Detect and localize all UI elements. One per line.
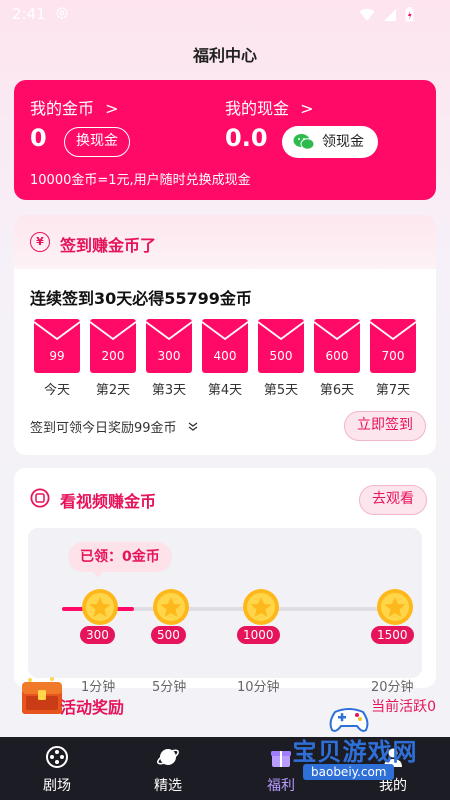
- milestone-coins: 1000: [237, 626, 280, 644]
- gold-star-coin-icon: [153, 589, 189, 625]
- video-title: 看视频赚金币: [60, 492, 157, 511]
- checkin-subtitle: 连续签到30天必得55799金币: [30, 289, 252, 308]
- treasure-chest-icon[interactable]: [20, 674, 64, 718]
- day-reward-amount: 500: [269, 349, 293, 363]
- video-reward-card: 看视频赚金币 去观看 已领：0金币 300 1分钟 500 5分钟 1000 1…: [14, 468, 436, 695]
- day-label: 今天: [43, 383, 70, 398]
- my-coins-link[interactable]: 我的金币 >: [30, 95, 119, 119]
- checkin-header: ¥ 签到赚金币了: [14, 215, 436, 269]
- day-label: 第5天: [263, 383, 299, 398]
- red-envelope-icon: 300: [145, 319, 193, 373]
- tooltip-pointer: [92, 571, 104, 578]
- checkin-card: ¥ 签到赚金币了 连续签到30天必得55799金币 99 今天 200 第2天 …: [14, 215, 436, 455]
- wifi-icon: [359, 8, 375, 21]
- day-reward-amount: 700: [381, 349, 405, 363]
- day-label: 第2天: [95, 383, 131, 398]
- nav-label: 剧场: [43, 778, 71, 794]
- my-cash-label: 我的现金: [225, 99, 290, 118]
- exchange-cash-button[interactable]: 换现金: [64, 127, 130, 157]
- checkin-now-button[interactable]: 立即签到: [344, 411, 426, 441]
- wechat-icon: [293, 134, 315, 150]
- checkin-reward-text: 签到可领今日奖励99金币: [30, 421, 177, 436]
- day-label: 第4天: [207, 383, 243, 398]
- milestone-coins: 300: [80, 626, 115, 644]
- film-reel-icon: [46, 746, 68, 768]
- page-title: 福利中心: [192, 46, 257, 65]
- checkin-days: 99 今天 200 第2天 300 第3天 400 第4天 500 第5天 60…: [33, 319, 424, 399]
- go-watch-button[interactable]: 去观看: [359, 485, 427, 515]
- activity-reward-title: 活动奖励: [60, 698, 125, 717]
- nav-label: 精选: [154, 778, 182, 794]
- red-envelope-icon: 600: [313, 319, 361, 373]
- status-bar: 2:41: [0, 0, 450, 30]
- chevron-right-icon: >: [105, 99, 119, 118]
- video-coin-icon: [30, 488, 50, 508]
- red-envelope-icon: 500: [257, 319, 305, 373]
- cash-value: 0.0: [225, 124, 268, 152]
- status-time: 2:41: [12, 5, 46, 23]
- day-reward-amount: 200: [101, 349, 125, 363]
- earned-coins-tooltip: 已领：0金币: [68, 542, 172, 572]
- milestone-coins: 1500: [371, 626, 414, 644]
- gamepad-logo-icon: [329, 708, 369, 732]
- planet-icon: [157, 749, 179, 765]
- red-envelope-icon: 99: [33, 319, 81, 373]
- status-icons: [359, 7, 414, 22]
- day-label: 第7天: [375, 383, 411, 398]
- my-coins-label: 我的金币: [30, 99, 95, 118]
- day-reward-amount: 300: [157, 349, 181, 363]
- day-reward-amount: 600: [325, 349, 349, 363]
- wallet-card: 我的金币 > 0 换现金 我的现金 > 0.0 领现金 10000金币=1元,用…: [14, 80, 436, 200]
- watermark-text: 宝贝游戏网: [292, 738, 418, 766]
- my-cash-link[interactable]: 我的现金 >: [225, 95, 314, 119]
- coins-value: 0: [30, 124, 47, 152]
- withdraw-cash-label: 领现金: [322, 134, 364, 150]
- red-envelope-icon: 700: [369, 319, 417, 373]
- double-chevron-down-icon: [188, 422, 198, 431]
- site-watermark: 宝贝游戏网 baobeiy.com: [275, 700, 435, 782]
- red-envelope-icon: 400: [201, 319, 249, 373]
- day-label: 第6天: [319, 383, 355, 398]
- day-reward-amount: 400: [213, 349, 237, 363]
- exchange-rate-note: 10000金币=1元,用户随时兑换成现金: [30, 173, 251, 188]
- signal-icon: [384, 8, 396, 21]
- milestone-coins: 500: [151, 626, 186, 644]
- video-progress-panel: 已领：0金币 300 1分钟 500 5分钟 1000 10分钟 1500 20…: [28, 528, 422, 695]
- day-label: 第3天: [151, 383, 187, 398]
- gold-star-coin-icon: [82, 589, 118, 625]
- gold-star-coin-icon: [377, 589, 413, 625]
- day-reward-amount: 99: [49, 349, 65, 363]
- red-envelope-icon: 200: [89, 319, 137, 373]
- nav-item-featured[interactable]: 精选: [123, 737, 213, 800]
- yuan-coin-icon: ¥: [30, 232, 50, 252]
- chevron-right-icon: >: [300, 99, 314, 118]
- nav-item-theater[interactable]: 剧场: [12, 737, 102, 800]
- settings-gear-icon: [56, 7, 68, 19]
- checkin-reward-note[interactable]: 签到可领今日奖励99金币: [30, 417, 199, 436]
- withdraw-cash-button[interactable]: 领现金: [282, 126, 378, 158]
- battery-icon: [405, 7, 414, 22]
- gold-star-coin-icon: [243, 589, 279, 625]
- checkin-title: 签到赚金币了: [60, 236, 157, 255]
- watermark-url: baobeiy.com: [303, 764, 395, 780]
